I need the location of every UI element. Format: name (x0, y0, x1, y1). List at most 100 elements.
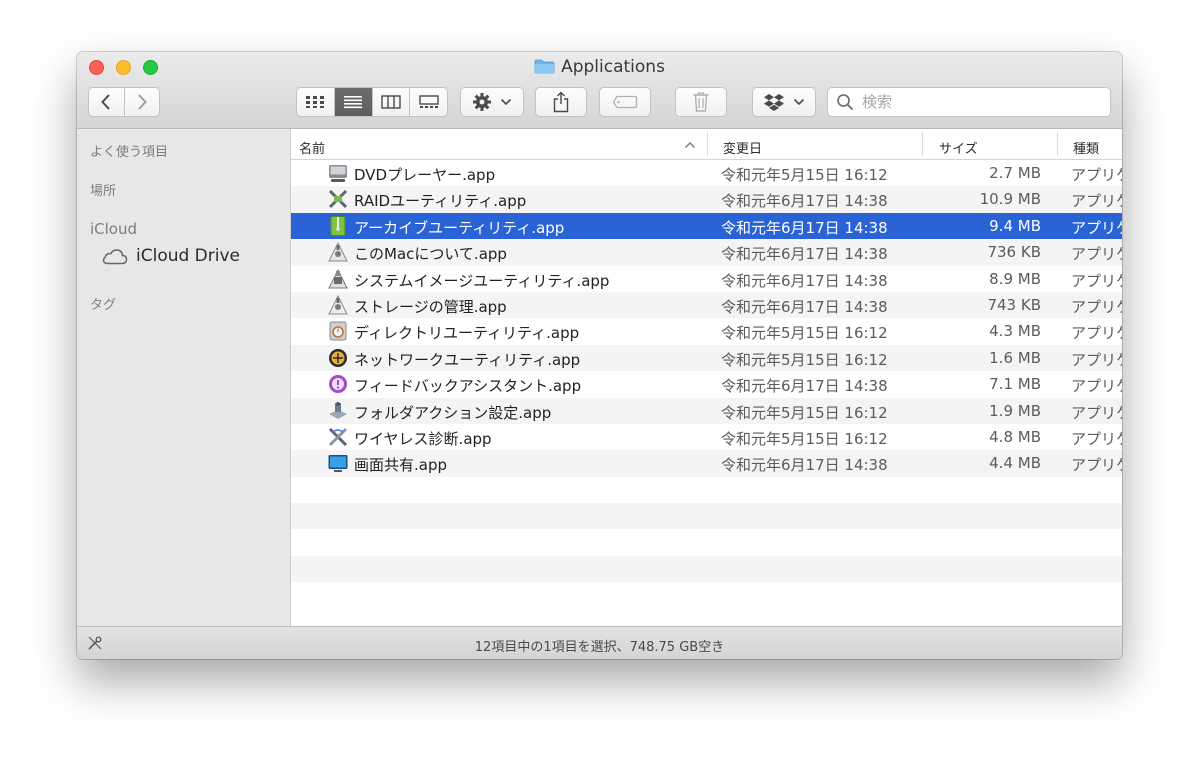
sidebar-item-icloud-drive[interactable]: iCloud Drive (102, 246, 240, 266)
table-row[interactable]: RAIDユーティリティ.app 令和元年6月17日 14:38 10.9 MB アプリ… (291, 186, 1122, 213)
column-divider[interactable] (922, 132, 923, 156)
column-divider[interactable] (707, 132, 708, 156)
file-size: 4.4 MB (989, 454, 1041, 473)
trash-button[interactable] (675, 87, 727, 117)
table-row[interactable]: ストレージの管理.app 令和元年6月17日 14:38 743 KB アプリケーショ… (291, 291, 1122, 319)
empty-row (291, 529, 1122, 555)
sort-ascending-icon (685, 142, 695, 148)
gallery-view-button[interactable] (409, 88, 447, 116)
file-modified: 令和元年5月15日 16:12 (721, 429, 888, 448)
chevron-down-icon (500, 98, 512, 106)
cloud-icon (102, 249, 128, 265)
action-menu-button[interactable] (460, 87, 524, 117)
file-kind: アプリケーション (1071, 350, 1122, 369)
table-row[interactable]: フィードバックアシスタント.app 令和元年6月17日 14:38 7.1 MB アプ… (291, 371, 1122, 397)
share-icon (553, 91, 569, 113)
file-name: RAIDユーティリティ.app (354, 192, 527, 211)
file-kind: アプリケーション (1071, 297, 1122, 316)
screen-sharing-icon (327, 452, 349, 474)
file-list: 名前 変更日 サイズ 種類 DVDプレーヤー.app 令和元年5月15日 16:1… (291, 129, 1122, 626)
directory-utility-icon (327, 320, 349, 342)
archive-utility-icon (327, 215, 349, 237)
file-modified: 令和元年5月15日 16:12 (721, 403, 888, 422)
list-view-button[interactable] (333, 88, 372, 116)
table-row[interactable]: システムイメージユーティリティ.app 令和元年6月17日 14:38 8.9 MB… (291, 266, 1122, 292)
column-header-kind[interactable]: 種類 (1073, 138, 1099, 157)
file-size: 1.9 MB (989, 401, 1041, 420)
chevron-down-icon (793, 98, 805, 106)
file-modified: 令和元年5月15日 16:12 (721, 324, 888, 343)
file-size: 7.1 MB (989, 375, 1041, 394)
about-this-mac-icon (327, 241, 349, 263)
file-size: 9.4 MB (989, 216, 1041, 235)
navigation-group (88, 87, 160, 117)
gallery-view-icon (418, 95, 439, 108)
window-title: Applications (77, 57, 1122, 77)
table-row[interactable]: ワイヤレス診断.app 令和元年5月15日 16:12 4.8 MB アプリケーション (291, 424, 1122, 450)
file-kind: アプリケーション (1071, 271, 1122, 290)
table-row[interactable]: このMacについて.app 令和元年6月17日 14:38 736 KB アプリケーシ… (291, 239, 1122, 266)
file-name: 画面共有.app (354, 456, 448, 475)
wireless-diagnostics-icon (327, 426, 349, 448)
table-row[interactable]: ディレクトリユーティリティ.app 令和元年5月15日 16:12 4.3 MB アプ… (291, 318, 1122, 344)
column-view-button[interactable] (371, 88, 410, 116)
file-name: アーカイブユーティリティ.app (354, 218, 565, 237)
file-size: 4.8 MB (989, 427, 1041, 446)
table-row[interactable]: アーカイブユーティリティ.app 令和元年6月17日 14:38 9.4 MB アプリ… (291, 212, 1122, 240)
tag-icon (612, 95, 638, 109)
file-kind: アプリケーション (1071, 324, 1122, 343)
file-modified: 令和元年6月17日 14:38 (721, 271, 888, 290)
file-rows: DVDプレーヤー.app 令和元年5月15日 16:12 2.7 MB アプリケーショ… (291, 160, 1122, 609)
trash-icon (693, 92, 709, 112)
view-mode-group (296, 87, 448, 117)
column-view-icon (381, 95, 401, 109)
dropbox-icon (764, 94, 784, 111)
search-icon (837, 94, 854, 111)
file-modified: 令和元年6月17日 14:38 (721, 297, 888, 316)
icon-view-icon (306, 96, 325, 108)
file-name: フォルダアクション設定.app (354, 403, 552, 422)
column-header-size[interactable]: サイズ (939, 138, 978, 157)
forward-button[interactable] (123, 88, 160, 116)
tag-button[interactable] (599, 87, 651, 117)
search-field[interactable] (827, 87, 1111, 117)
column-divider[interactable] (1057, 132, 1058, 156)
status-bar: 12項目中の1項目を選択、748.75 GB空き (77, 626, 1122, 659)
icon-view-button[interactable] (297, 88, 334, 116)
sidebar-heading-tags: タグ (90, 298, 117, 313)
folder-icon (534, 59, 555, 74)
file-modified: 令和元年5月15日 16:12 (721, 350, 888, 369)
dropbox-button[interactable] (752, 87, 816, 117)
sidebar-heading-favorites: よく使う項目 (90, 145, 169, 160)
dvd-player-icon (327, 162, 349, 184)
file-kind: アプリケーション (1071, 429, 1122, 448)
back-button[interactable] (89, 88, 124, 116)
file-size: 2.7 MB (989, 164, 1041, 182)
column-header: 名前 変更日 サイズ 種類 (291, 129, 1122, 160)
file-kind: アプリケーション (1071, 403, 1122, 422)
file-name: DVDプレーヤー.app (354, 166, 496, 184)
file-name: ストレージの管理.app (354, 297, 507, 316)
table-row[interactable]: 画面共有.app 令和元年6月17日 14:38 4.4 MB アプリケーション (291, 450, 1122, 477)
table-row[interactable]: ネットワークユーティリティ.app 令和元年5月15日 16:12 1.6 MB アプ… (291, 344, 1122, 372)
network-utility-icon (327, 347, 349, 369)
column-header-name[interactable]: 名前 (299, 138, 325, 157)
file-size: 743 KB (987, 295, 1041, 314)
file-kind: アプリケーション (1071, 218, 1122, 237)
storage-management-icon (327, 294, 349, 316)
empty-row (291, 503, 1122, 530)
file-name: ワイヤレス診断.app (354, 429, 492, 448)
chevron-right-icon (138, 94, 147, 110)
sidebar: よく使う項目 場所 iCloud iCloud Drive タグ (77, 129, 291, 626)
table-row[interactable]: DVDプレーヤー.app 令和元年5月15日 16:12 2.7 MB アプリケーショ… (291, 160, 1122, 186)
file-modified: 令和元年6月17日 14:38 (721, 192, 888, 211)
raid-utility-icon (327, 188, 349, 210)
empty-row (291, 555, 1122, 583)
sidebar-heading-icloud: iCloud (90, 220, 138, 238)
status-text: 12項目中の1項目を選択、748.75 GB空き (474, 640, 725, 655)
table-row[interactable]: フォルダアクション設定.app 令和元年5月15日 16:12 1.9 MB アプリケ… (291, 397, 1122, 424)
share-button[interactable] (535, 87, 587, 117)
search-input[interactable] (860, 92, 1104, 112)
file-modified: 令和元年6月17日 14:38 (721, 245, 888, 264)
column-header-modified[interactable]: 変更日 (723, 138, 762, 157)
